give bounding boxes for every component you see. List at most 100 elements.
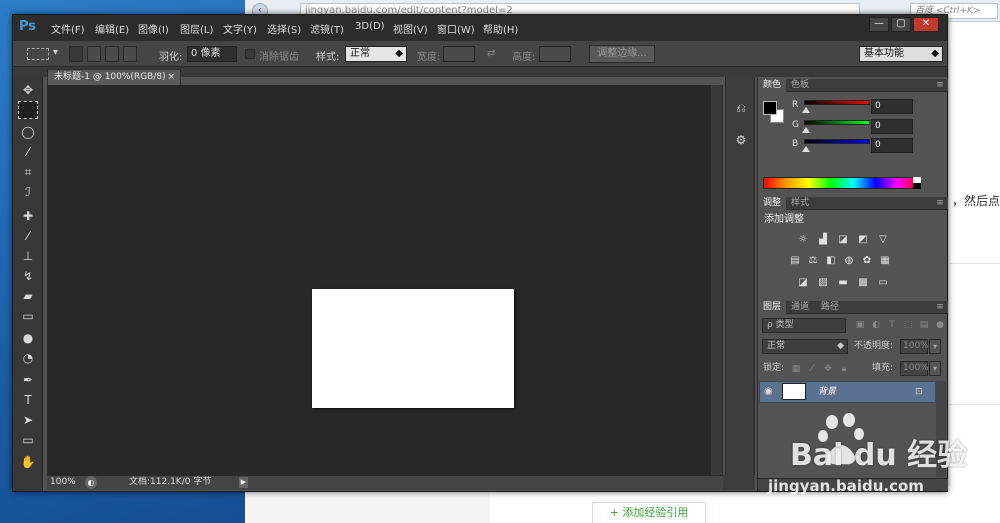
add-reference-button[interactable]: + 添加经验引用 bbox=[592, 502, 706, 523]
tab-layers[interactable]: 图层 bbox=[758, 301, 787, 314]
lock-position-icon[interactable]: ✥ bbox=[822, 363, 834, 375]
spectrum-bw-swatch[interactable] bbox=[913, 177, 921, 189]
menu-window[interactable]: 窗口(W) bbox=[437, 21, 475, 36]
brush-tool-icon[interactable]: ⁄ bbox=[18, 227, 38, 245]
type-tool-icon[interactable]: T bbox=[18, 391, 38, 409]
blue-slider[interactable] bbox=[804, 139, 870, 144]
blue-slider-thumb[interactable] bbox=[802, 146, 810, 152]
info-icon[interactable]: ◐ bbox=[85, 476, 97, 489]
blend-mode-select[interactable]: 正常 ◆ bbox=[762, 339, 848, 354]
width-input[interactable] bbox=[443, 46, 475, 62]
swap-icon[interactable]: ⇄ bbox=[487, 48, 495, 59]
gradient-map-icon[interactable]: ▭ bbox=[876, 277, 890, 289]
close-button[interactable]: ✕ bbox=[913, 17, 939, 32]
lock-transparent-icon[interactable]: ▦ bbox=[790, 363, 802, 375]
antialias-checkbox[interactable] bbox=[245, 49, 255, 59]
tab-paths[interactable]: 路径 bbox=[816, 301, 844, 314]
opacity-input[interactable]: 100% bbox=[900, 339, 929, 354]
color-balance-icon[interactable]: ⚖ bbox=[806, 255, 820, 267]
intersect-selection-icon[interactable] bbox=[123, 46, 137, 62]
lock-image-icon[interactable]: ⁄ bbox=[806, 363, 818, 375]
filter-smart-object-icon[interactable]: ▤ bbox=[918, 319, 930, 331]
chevron-down-icon[interactable]: ▾ bbox=[929, 339, 941, 354]
menu-type[interactable]: 文字(Y) bbox=[223, 21, 257, 36]
menu-file[interactable]: 文件(F) bbox=[51, 21, 85, 36]
layer-name[interactable]: 背景 bbox=[818, 386, 858, 398]
rectangular-marquee-tool-icon[interactable] bbox=[18, 101, 38, 119]
clone-stamp-tool-icon[interactable]: ⊥ bbox=[18, 247, 38, 265]
blur-tool-icon[interactable]: ● bbox=[18, 329, 38, 347]
tab-styles[interactable]: 样式 bbox=[786, 197, 814, 210]
green-slider[interactable] bbox=[804, 120, 870, 125]
eye-icon[interactable]: ◉ bbox=[764, 386, 776, 398]
tab-swatches[interactable]: 色板 bbox=[786, 79, 814, 92]
vibrance-icon[interactable]: ▽ bbox=[876, 234, 890, 246]
curves-icon[interactable]: ◪ bbox=[836, 234, 850, 246]
crop-tool-icon[interactable]: ⌗ bbox=[18, 163, 38, 181]
feather-input[interactable]: 0 像素 bbox=[187, 46, 237, 62]
height-input[interactable] bbox=[539, 46, 571, 62]
maximize-button[interactable]: ▢ bbox=[891, 17, 911, 32]
menu-edit[interactable]: 编辑(E) bbox=[95, 21, 129, 36]
layer-kind-filter[interactable]: ρ 类型 bbox=[762, 318, 846, 333]
history-panel-icon[interactable]: ⎌ bbox=[732, 99, 750, 117]
black-white-icon[interactable]: ◧ bbox=[824, 255, 838, 267]
panel-menu-icon[interactable]: ≡ bbox=[934, 197, 946, 209]
menu-layer[interactable]: 图层(L) bbox=[180, 21, 213, 36]
panel-menu-icon[interactable]: ≡ bbox=[934, 79, 946, 91]
foreground-color-swatch[interactable] bbox=[763, 101, 777, 115]
color-spectrum[interactable] bbox=[763, 177, 921, 189]
hue-saturation-icon[interactable]: ▤ bbox=[788, 255, 802, 267]
subtract-selection-icon[interactable] bbox=[105, 46, 119, 62]
vertical-scrollbar[interactable] bbox=[710, 85, 722, 475]
tab-channels[interactable]: 通道 bbox=[786, 301, 814, 314]
lock-all-icon[interactable]: 🔒︎ bbox=[838, 363, 850, 375]
color-lookup-icon[interactable]: ▦ bbox=[878, 255, 892, 267]
menu-3d[interactable]: 3D(D) bbox=[355, 21, 385, 35]
filter-type-icon[interactable]: T bbox=[886, 319, 898, 331]
threshold-icon[interactable]: ▬ bbox=[836, 277, 850, 289]
panel-menu-icon[interactable]: ≡ bbox=[934, 301, 946, 313]
healing-brush-tool-icon[interactable]: ✚ bbox=[18, 207, 38, 225]
menu-select[interactable]: 选择(S) bbox=[267, 21, 301, 36]
eraser-tool-icon[interactable]: ▰ bbox=[18, 287, 38, 305]
marquee-preset-icon[interactable] bbox=[27, 48, 49, 60]
red-value-input[interactable]: 0 bbox=[871, 99, 913, 114]
history-brush-tool-icon[interactable]: ↯ bbox=[18, 267, 38, 285]
tab-color[interactable]: 颜色 bbox=[758, 79, 787, 92]
style-select[interactable]: 正常 ◆ bbox=[345, 46, 407, 62]
new-selection-icon[interactable] bbox=[69, 46, 83, 62]
document-tab[interactable]: 未标题-1 @ 100%(RGB/8) × bbox=[47, 69, 181, 85]
invert-icon[interactable]: ◪ bbox=[796, 277, 810, 289]
green-value-input[interactable]: 0 bbox=[871, 119, 913, 134]
brightness-icon[interactable]: ☼ bbox=[796, 234, 810, 246]
refine-edge-button[interactable]: 调整边缘... bbox=[589, 45, 655, 63]
chevron-down-icon[interactable]: ▾ bbox=[53, 47, 58, 58]
zoom-level[interactable]: 100% bbox=[50, 476, 84, 489]
tab-adjustments[interactable]: 调整 bbox=[758, 197, 787, 210]
red-slider[interactable] bbox=[804, 100, 870, 105]
move-tool-icon[interactable]: ✥ bbox=[18, 81, 38, 99]
close-icon[interactable]: × bbox=[167, 70, 175, 85]
photo-filter-icon[interactable]: ◍ bbox=[842, 255, 856, 267]
lasso-tool-icon[interactable]: ◯ bbox=[18, 123, 38, 141]
levels-icon[interactable]: ▟ bbox=[816, 234, 830, 246]
filter-adjustment-icon[interactable]: ◐ bbox=[870, 319, 882, 331]
eyedropper-tool-icon[interactable]: ℐ bbox=[18, 183, 38, 201]
add-selection-icon[interactable] bbox=[87, 46, 101, 62]
green-slider-thumb[interactable] bbox=[802, 127, 810, 133]
gradient-tool-icon[interactable]: ▭ bbox=[18, 307, 38, 325]
rectangle-tool-icon[interactable]: ▭ bbox=[18, 431, 38, 449]
filter-shape-icon[interactable]: ⬚ bbox=[902, 319, 914, 331]
blue-value-input[interactable]: 0 bbox=[871, 138, 913, 153]
workspace-select[interactable]: 基本功能 ◆ bbox=[859, 46, 943, 62]
chevron-down-icon[interactable]: ▾ bbox=[929, 361, 941, 376]
menu-help[interactable]: 帮助(H) bbox=[483, 21, 518, 36]
properties-panel-icon[interactable]: ⚙ bbox=[732, 131, 750, 149]
dodge-tool-icon[interactable]: ◔ bbox=[18, 349, 38, 367]
canvas[interactable] bbox=[312, 289, 514, 408]
filter-pixel-icon[interactable]: ▣ bbox=[854, 319, 866, 331]
exposure-icon[interactable]: ◩ bbox=[856, 234, 870, 246]
channel-mixer-icon[interactable]: ✿ bbox=[860, 255, 874, 267]
menu-filter[interactable]: 滤镜(T) bbox=[310, 21, 344, 36]
